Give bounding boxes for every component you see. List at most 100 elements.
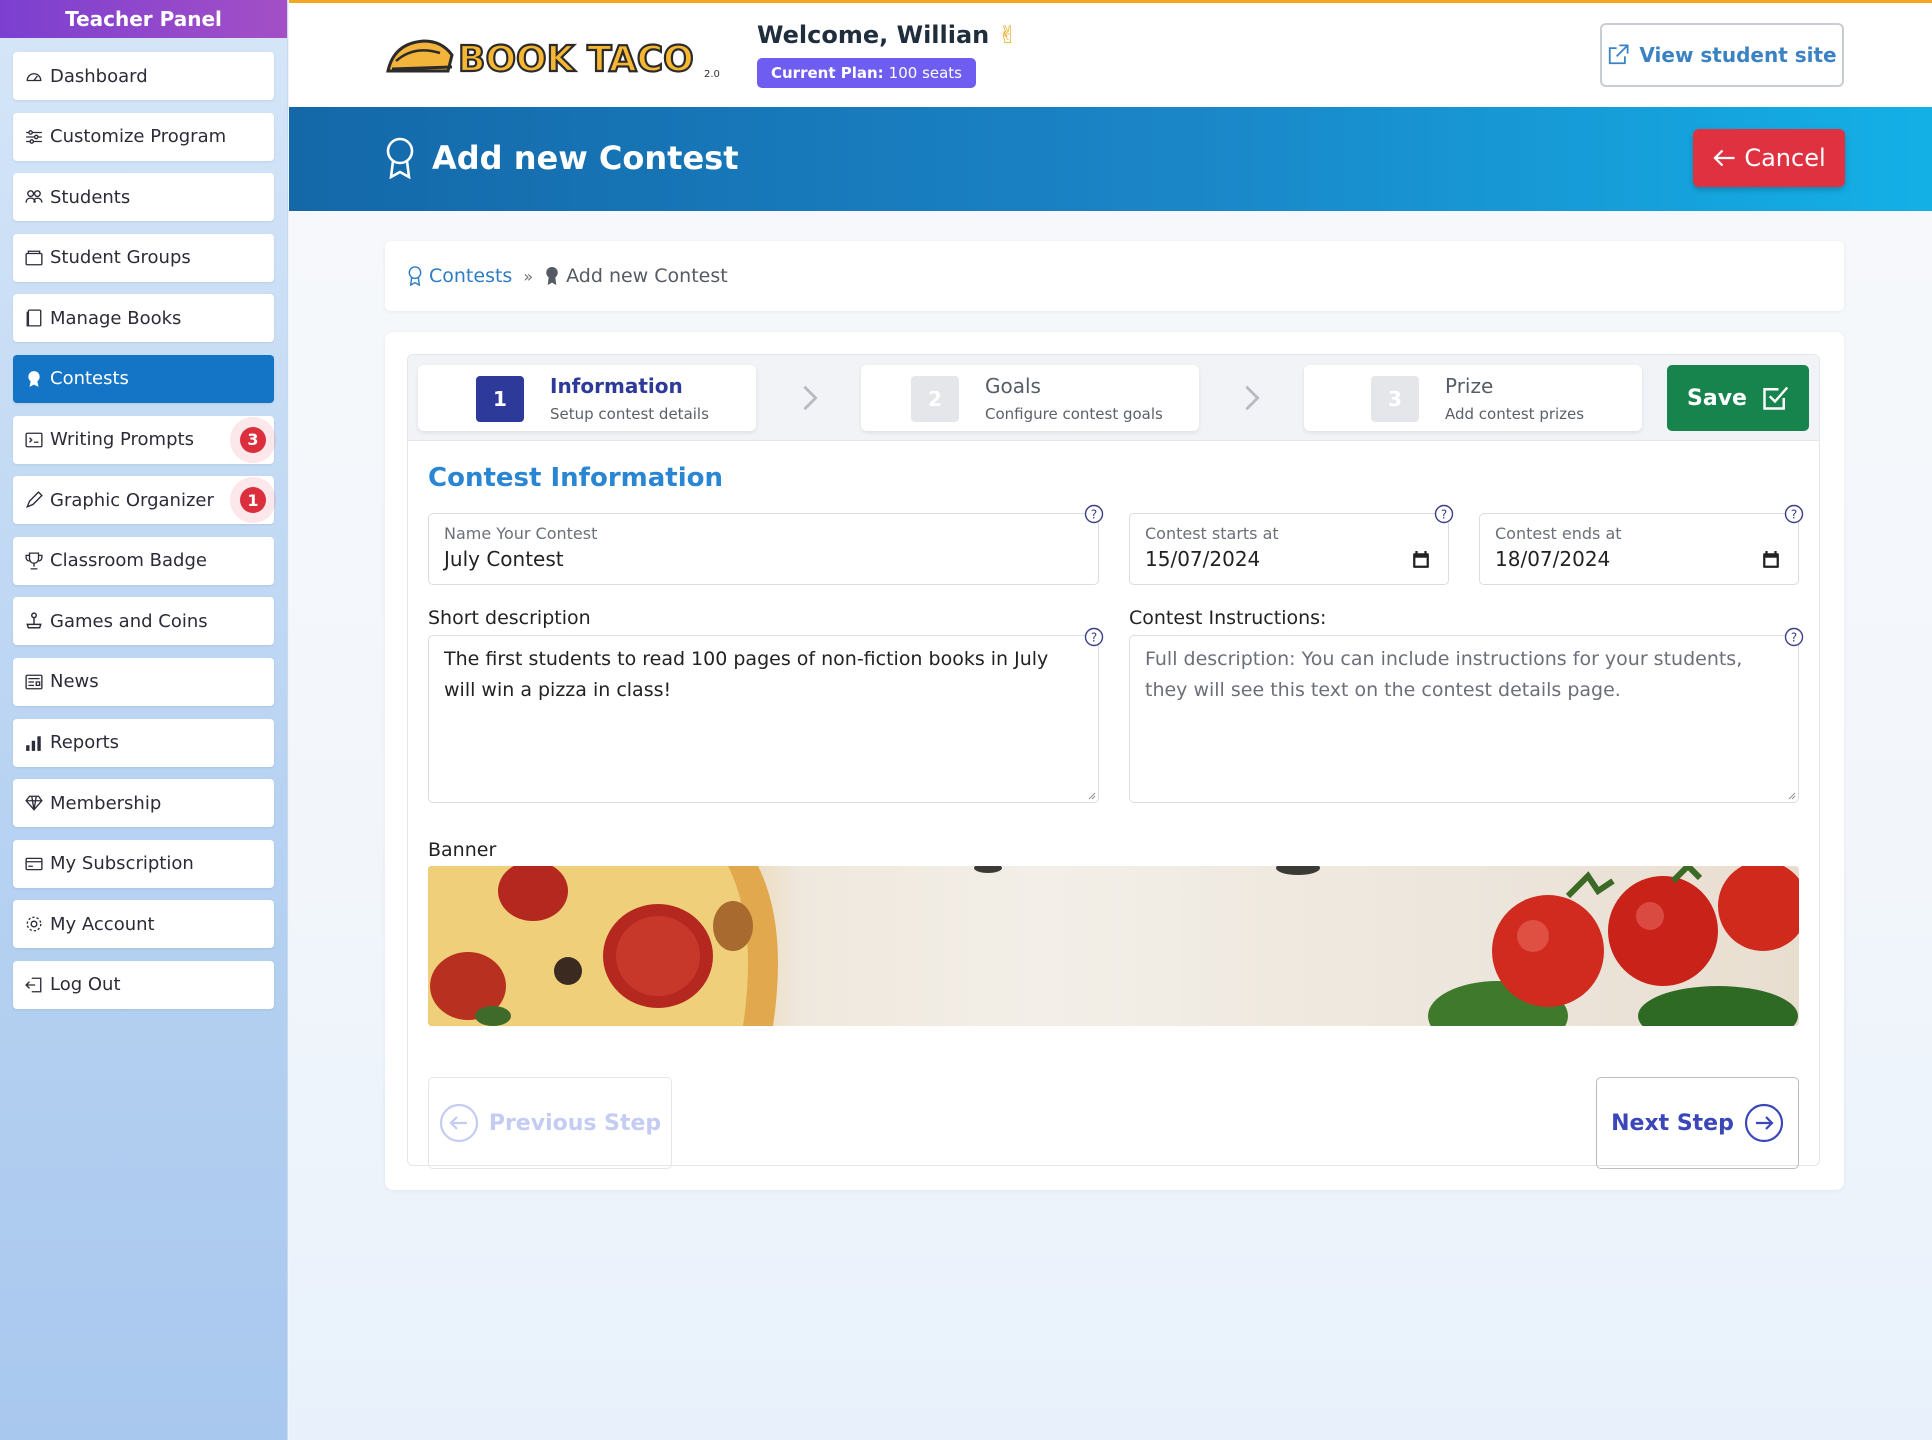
sidebar-item-manage-books[interactable]: Manage Books xyxy=(13,294,274,343)
sidebar-item-log-out[interactable]: Log Out xyxy=(13,960,274,1009)
arrow-left-icon xyxy=(1713,149,1735,167)
check-square-icon xyxy=(1763,386,1789,410)
sidebar-item-label: Students xyxy=(50,186,131,208)
svg-text:?: ? xyxy=(1791,631,1797,645)
breadcrumb-contests-link[interactable]: Contests xyxy=(407,265,512,287)
sidebar-item-label: Log Out xyxy=(50,974,121,996)
sidebar-item-students[interactable]: Students xyxy=(13,173,274,222)
save-button[interactable]: Save xyxy=(1667,365,1809,431)
wizard-container: 1 Information Setup contest details 2 Go… xyxy=(407,354,1820,1169)
gauge-icon xyxy=(25,67,43,85)
breadcrumb-current: Add new Contest xyxy=(544,265,728,287)
external-link-icon xyxy=(1609,44,1629,65)
bar-chart-icon xyxy=(25,734,43,752)
sidebar-menu: Dashboard Customize Program Students Stu… xyxy=(0,38,287,1009)
step-number: 1 xyxy=(476,376,524,422)
sidebar-item-news[interactable]: News xyxy=(13,657,274,706)
taco-logo-icon: BOOK TACO 2.0 xyxy=(386,38,720,81)
resize-grip-icon[interactable] xyxy=(1786,790,1796,800)
notification-badge: 3 xyxy=(240,426,266,453)
sidebar-item-my-account[interactable]: My Account xyxy=(13,900,274,949)
contest-end-date-input[interactable]: Contest ends at 18/07/2024 xyxy=(1479,513,1799,585)
sidebar-item-label: Membership xyxy=(50,792,162,814)
sidebar-item-reports[interactable]: Reports xyxy=(13,718,274,767)
pencil-icon xyxy=(25,491,43,509)
people-icon xyxy=(25,188,43,206)
book-taco-logo[interactable]: BOOK TACO 2.0 xyxy=(384,31,724,81)
step-number: 2 xyxy=(911,376,959,422)
sidebar-item-contests[interactable]: Contests xyxy=(13,354,274,403)
svg-text:2.0: 2.0 xyxy=(704,69,720,80)
section-title: Contest Information xyxy=(428,463,724,493)
step-prize[interactable]: 3 Prize Add contest prizes xyxy=(1304,365,1642,431)
previous-step-button[interactable]: Previous Step xyxy=(428,1077,672,1169)
help-icon[interactable]: ? xyxy=(1784,504,1804,524)
sliders-icon xyxy=(25,128,43,146)
field-value: 15/07/2024 xyxy=(1145,547,1261,571)
logout-icon xyxy=(25,976,43,994)
contest-form-card: 1 Information Setup contest details 2 Go… xyxy=(385,332,1844,1190)
sidebar-item-label: Manage Books xyxy=(50,307,182,329)
chevron-right-icon xyxy=(803,385,818,411)
sidebar-item-classroom-badge[interactable]: Classroom Badge xyxy=(13,536,274,585)
step-goals[interactable]: 2 Goals Configure contest goals xyxy=(861,365,1199,431)
sidebar-item-dashboard[interactable]: Dashboard xyxy=(13,52,274,100)
cancel-button[interactable]: Cancel xyxy=(1693,129,1845,187)
calendar-icon[interactable] xyxy=(1762,551,1780,569)
sidebar-item-games-and-coins[interactable]: Games and Coins xyxy=(13,597,274,646)
sidebar-item-label: Contests xyxy=(50,368,129,390)
step-information[interactable]: 1 Information Setup contest details xyxy=(418,365,756,431)
sidebar-item-label: Dashboard xyxy=(50,65,148,87)
step-title: Prize xyxy=(1445,374,1494,398)
sidebar-item-label: Reports xyxy=(50,732,120,754)
step-title: Goals xyxy=(985,374,1041,398)
contest-instructions-label: Contest Instructions: xyxy=(1129,607,1327,629)
sidebar-item-customize-program[interactable]: Customize Program xyxy=(13,112,274,161)
field-label: Name Your Contest xyxy=(444,524,598,543)
resize-grip-icon[interactable] xyxy=(1086,790,1096,800)
sidebar-item-label: My Subscription xyxy=(50,853,194,875)
help-icon[interactable]: ? xyxy=(1434,504,1454,524)
contest-name-input[interactable]: Name Your Contest July Contest xyxy=(428,513,1099,585)
award-icon xyxy=(25,370,43,388)
sidebar-item-label: News xyxy=(50,671,99,693)
credit-card-icon xyxy=(25,855,43,873)
award-icon xyxy=(408,266,422,286)
sidebar-item-my-subscription[interactable]: My Subscription xyxy=(13,839,274,888)
contest-instructions-textarea[interactable]: Full description: You can include instru… xyxy=(1129,635,1799,803)
sidebar-item-label: My Account xyxy=(50,913,155,935)
sidebar-item-graphic-organizer[interactable]: Graphic Organizer 1 xyxy=(13,476,274,525)
arrow-left-circle-icon xyxy=(439,1103,478,1143)
svg-text:BOOK TACO: BOOK TACO xyxy=(458,39,694,80)
short-description-textarea[interactable]: The first students to read 100 pages of … xyxy=(428,635,1099,803)
sidebar-item-student-groups[interactable]: Student Groups xyxy=(13,233,274,282)
short-description-label: Short description xyxy=(428,607,591,629)
sidebar-item-label: Games and Coins xyxy=(50,610,208,632)
svg-text:?: ? xyxy=(1791,508,1797,522)
sidebar-title: Teacher Panel xyxy=(0,0,287,38)
trophy-icon xyxy=(25,552,43,570)
arrow-right-circle-icon xyxy=(1744,1103,1783,1143)
welcome-message: Welcome, Willian ✌ xyxy=(757,21,1018,49)
contest-start-date-input[interactable]: Contest starts at 15/07/2024 xyxy=(1129,513,1449,585)
help-icon[interactable]: ? xyxy=(1084,504,1104,524)
field-label: Contest ends at xyxy=(1495,524,1622,543)
newspaper-icon xyxy=(25,673,43,691)
book-icon xyxy=(25,309,43,327)
pizza-tomato-banner-illustration xyxy=(428,866,1799,1026)
calendar-icon[interactable] xyxy=(1412,551,1430,569)
help-icon[interactable]: ? xyxy=(1784,627,1804,647)
help-icon[interactable]: ? xyxy=(1084,627,1104,647)
sidebar-item-label: Graphic Organizer xyxy=(50,489,214,511)
next-step-button[interactable]: Next Step xyxy=(1596,1077,1799,1169)
main-content: BOOK TACO 2.0 Welcome, Willian ✌ Current… xyxy=(289,0,1932,1440)
banner-image[interactable] xyxy=(428,866,1799,1026)
sidebar-item-membership[interactable]: Membership xyxy=(13,779,274,828)
field-label: Contest starts at xyxy=(1145,524,1279,543)
view-student-site-button[interactable]: View student site xyxy=(1600,23,1844,87)
sidebar-item-writing-prompts[interactable]: Writing Prompts 3 xyxy=(13,415,274,464)
notification-badge: 1 xyxy=(240,487,266,514)
field-value: July Contest xyxy=(444,547,564,571)
step-subtitle: Add contest prizes xyxy=(1445,405,1585,423)
step-subtitle: Setup contest details xyxy=(550,405,709,423)
